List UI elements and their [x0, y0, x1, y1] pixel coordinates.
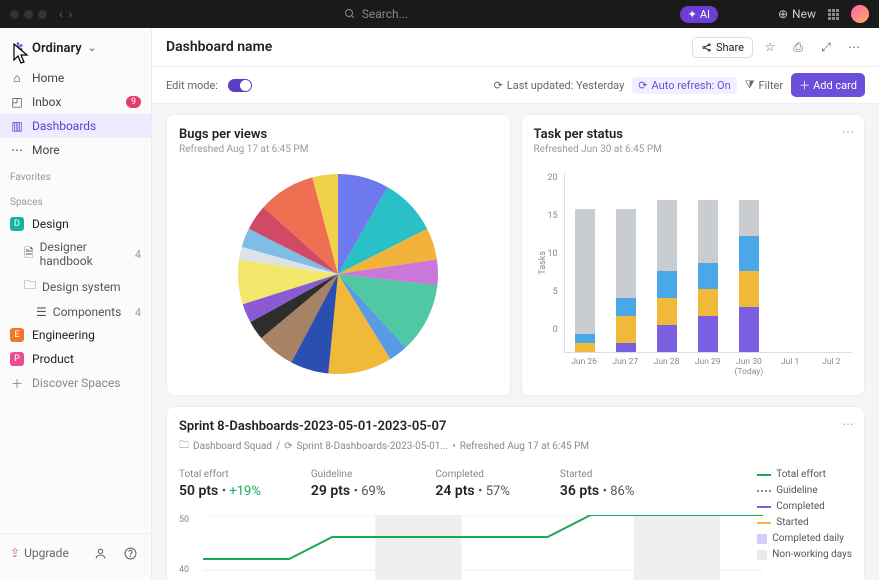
sparkle-icon: ✦	[688, 8, 697, 21]
sidebar-item-inbox[interactable]: ◰ Inbox 9	[0, 90, 151, 114]
help-icon	[124, 547, 137, 560]
favorites-heading: Favorites	[0, 162, 151, 187]
space-engineering[interactable]: E Engineering	[0, 323, 151, 347]
doc-designer-handbook[interactable]: 🗎 Designer handbook 4	[0, 236, 151, 272]
space-design[interactable]: D Design	[0, 212, 151, 236]
edit-mode-label: Edit mode:	[166, 79, 218, 92]
main-content: Dashboard name Share ☆ ⎙ ⤢ ⋯ Edit mode: …	[152, 28, 879, 580]
search-icon	[344, 8, 356, 20]
upgrade-button[interactable]: ⇪ Upgrade	[10, 546, 69, 560]
card-menu-button[interactable]: ⋯	[842, 417, 854, 431]
sidebar-item-dashboards[interactable]: ▥ Dashboards	[0, 114, 151, 138]
invite-button[interactable]	[89, 542, 111, 564]
card-title: Sprint 8-Dashboards-2023-05-01-2023-05-0…	[179, 419, 852, 434]
y-axis-label: Tasks	[534, 251, 548, 275]
card-menu-button[interactable]: ⋯	[842, 125, 854, 139]
plus-circle-icon: ⊕	[778, 7, 788, 21]
page-header: Dashboard name Share ☆ ⎙ ⤢ ⋯	[152, 28, 879, 67]
card-title: Bugs per views	[179, 127, 498, 142]
sidebar-item-home[interactable]: ⌂ Home	[0, 66, 151, 90]
filter-button[interactable]: ⧩ Filter	[745, 78, 783, 92]
more-menu-button[interactable]: ⋯	[843, 36, 865, 58]
card-title: Task per status	[534, 127, 853, 142]
sidebar: ✻ Ordinary ⌄ ⌂ Home ◰ Inbox 9 ▥ Dashboar…	[0, 28, 152, 580]
space-product[interactable]: P Product	[0, 347, 151, 371]
pie-chart	[233, 169, 443, 379]
folder-icon: 🗀	[24, 276, 36, 297]
share-button[interactable]: Share	[692, 37, 753, 58]
sprint-line-chart: 504030	[179, 515, 852, 580]
user-icon	[94, 547, 107, 560]
share-icon	[701, 42, 712, 53]
user-avatar[interactable]	[851, 5, 869, 23]
inbox-icon: ◰	[10, 95, 24, 109]
card-subtitle: Refreshed Aug 17 at 6:45 PM	[179, 144, 498, 155]
refresh-button[interactable]: ⟳ Last updated: Yesterday	[494, 79, 625, 92]
plus-icon: ＋	[10, 376, 24, 390]
dashboard-icon: ▥	[10, 119, 24, 133]
space-color-icon: E	[10, 328, 24, 342]
inbox-badge: 9	[126, 96, 141, 108]
edit-mode-toggle[interactable]	[228, 79, 252, 92]
sprint-breadcrumb: 🗀 Dashboard Squad / ⟳ Sprint 8-Dashboard…	[179, 438, 852, 455]
line-chart-svg	[203, 515, 763, 580]
new-button[interactable]: ⊕ New	[778, 7, 816, 21]
auto-refresh-chip[interactable]: ⟳ Auto refresh: On	[632, 77, 736, 94]
plus-icon: ＋	[799, 77, 810, 93]
bar-chart	[564, 173, 852, 353]
space-color-icon: D	[10, 217, 24, 231]
upgrade-icon: ⇪	[10, 546, 20, 560]
folder-design-system[interactable]: 🗀 Design system	[0, 272, 151, 301]
card-task-per-status: ⋯ Task per status Refreshed Jun 30 at 6:…	[521, 114, 866, 396]
fullscreen-button[interactable]: ⤢	[815, 36, 837, 58]
y-axis-ticks: 20151050	[548, 173, 564, 353]
apps-grid-button[interactable]	[828, 9, 839, 20]
autorefresh-icon: ⟳	[638, 79, 647, 92]
x-axis-labels: Jun 26Jun 27Jun 28Jun 29Jun 30(Today)Jul…	[564, 357, 853, 377]
workspace-switcher[interactable]: ✻ Ordinary ⌄	[0, 36, 151, 66]
sprint-metrics: Total effort50 pts • +19%Guideline29 pts…	[179, 469, 852, 499]
sprint-icon: ⟳	[284, 441, 292, 452]
search-placeholder: Search...	[362, 7, 408, 21]
filter-icon: ⧩	[745, 78, 755, 92]
page-title: Dashboard name	[166, 39, 272, 55]
dashboard-toolbar: Edit mode: ⟳ Last updated: Yesterday ⟳ A…	[152, 67, 879, 104]
doc-icon: 🗎	[24, 244, 34, 265]
list-icon: ☰	[36, 305, 47, 319]
space-color-icon: P	[10, 352, 24, 366]
print-button[interactable]: ⎙	[787, 36, 809, 58]
titlebar: ‹ › Search... ✦ AI ⊕ New	[0, 0, 879, 28]
chevron-down-icon: ⌄	[88, 43, 96, 54]
global-search[interactable]: Search...	[344, 7, 408, 21]
sidebar-item-more[interactable]: ⋯ More	[0, 138, 151, 162]
discover-spaces[interactable]: ＋ Discover Spaces	[0, 371, 151, 395]
ai-button[interactable]: ✦ AI	[680, 6, 718, 23]
list-components[interactable]: ☰ Components 4	[0, 301, 151, 323]
help-button[interactable]	[119, 542, 141, 564]
workspace-name: Ordinary	[32, 41, 82, 56]
spaces-heading: Spaces	[0, 187, 151, 212]
card-sprint: ⋯ Sprint 8-Dashboards-2023-05-01-2023-05…	[166, 406, 865, 580]
favorite-button[interactable]: ☆	[759, 36, 781, 58]
card-subtitle: Refreshed Jun 30 at 6:45 PM	[534, 144, 853, 155]
folder-icon: 🗀	[179, 438, 189, 455]
refresh-icon: ⟳	[494, 79, 503, 92]
add-card-button[interactable]: ＋ Add card	[791, 73, 865, 97]
card-bugs-per-views: Bugs per views Refreshed Aug 17 at 6:45 …	[166, 114, 511, 396]
window-traffic-lights	[10, 10, 47, 19]
more-icon: ⋯	[10, 143, 24, 157]
nav-back-button[interactable]: ‹	[59, 7, 63, 21]
workspace-logo-icon: ✻	[10, 40, 26, 56]
home-icon: ⌂	[10, 71, 24, 85]
